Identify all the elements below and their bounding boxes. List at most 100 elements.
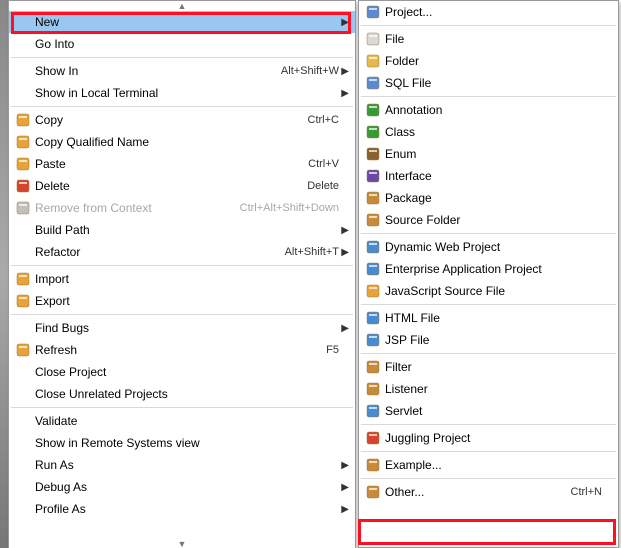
menu-item-label: Close Project bbox=[35, 365, 339, 379]
menu-item-accelerator: Ctrl+C bbox=[308, 114, 339, 126]
paste-icon bbox=[15, 156, 31, 172]
menu-item-label: Interface bbox=[385, 169, 602, 183]
import-icon bbox=[15, 271, 31, 287]
jug-icon bbox=[365, 430, 381, 446]
menu-item-label: Remove from Context bbox=[35, 201, 240, 215]
menu-item-accelerator: F5 bbox=[326, 344, 339, 356]
new-item-annotation[interactable]: Annotation bbox=[359, 99, 618, 121]
new-item-project[interactable]: Project... bbox=[359, 1, 618, 23]
context-item-validate[interactable]: Validate bbox=[9, 410, 355, 432]
separator bbox=[11, 314, 353, 315]
menu-item-label: Example... bbox=[385, 458, 602, 472]
menu-item-label: Debug As bbox=[35, 480, 339, 494]
new-item-package[interactable]: Package bbox=[359, 187, 618, 209]
menu-item-label: Enterprise Application Project bbox=[385, 262, 602, 276]
context-item-import[interactable]: Import bbox=[9, 268, 355, 290]
context-item-show-in-local-terminal[interactable]: Show in Local Terminal▶ bbox=[9, 82, 355, 104]
remove-icon bbox=[15, 200, 31, 216]
submenu-arrow-icon: ▶ bbox=[339, 482, 349, 493]
new-item-enum[interactable]: Enum bbox=[359, 143, 618, 165]
menu-item-accelerator: Alt+Shift+T bbox=[285, 246, 339, 258]
new-item-enterprise-application-project[interactable]: Enterprise Application Project bbox=[359, 258, 618, 280]
new-item-listener[interactable]: Listener bbox=[359, 378, 618, 400]
new-item-filter[interactable]: Filter bbox=[359, 356, 618, 378]
context-item-paste[interactable]: PasteCtrl+V bbox=[9, 153, 355, 175]
context-item-close-project[interactable]: Close Project bbox=[9, 361, 355, 383]
context-item-find-bugs[interactable]: Find Bugs▶ bbox=[9, 317, 355, 339]
ear-icon bbox=[365, 261, 381, 277]
submenu-arrow-icon: ▶ bbox=[339, 88, 349, 99]
context-item-go-into[interactable]: Go Into bbox=[9, 33, 355, 55]
separator bbox=[361, 233, 616, 234]
menu-item-label: SQL File bbox=[385, 76, 602, 90]
new-item-folder[interactable]: Folder bbox=[359, 50, 618, 72]
new-item-juggling-project[interactable]: Juggling Project bbox=[359, 427, 618, 449]
menu-item-label: Close Unrelated Projects bbox=[35, 387, 339, 401]
context-item-close-unrelated-projects[interactable]: Close Unrelated Projects bbox=[9, 383, 355, 405]
context-item-build-path[interactable]: Build Path▶ bbox=[9, 219, 355, 241]
context-item-run-as[interactable]: Run As▶ bbox=[9, 454, 355, 476]
copy-icon bbox=[15, 112, 31, 128]
menu-item-label: JavaScript Source File bbox=[385, 284, 602, 298]
menu-item-label: Run As bbox=[35, 458, 339, 472]
context-item-show-in-remote-systems-view[interactable]: Show in Remote Systems view bbox=[9, 432, 355, 454]
other-icon bbox=[365, 484, 381, 500]
context-item-delete[interactable]: DeleteDelete bbox=[9, 175, 355, 197]
separator bbox=[11, 57, 353, 58]
separator bbox=[11, 106, 353, 107]
context-item-export[interactable]: Export bbox=[9, 290, 355, 312]
menu-item-label: New bbox=[35, 15, 339, 29]
menu-item-accelerator: Ctrl+Alt+Shift+Down bbox=[240, 202, 339, 214]
new-submenu: Project... FileFolder SQL File Annotation Cl… bbox=[358, 0, 619, 548]
new-item-other[interactable]: Other...Ctrl+N bbox=[359, 481, 618, 503]
menu-item-label: Refresh bbox=[35, 343, 326, 357]
context-item-debug-as[interactable]: Debug As▶ bbox=[9, 476, 355, 498]
menu-item-label: Refactor bbox=[35, 245, 285, 259]
new-item-servlet[interactable]: Servlet bbox=[359, 400, 618, 422]
submenu-arrow-icon: ▶ bbox=[339, 66, 349, 77]
submenu-arrow-icon: ▶ bbox=[339, 323, 349, 334]
new-item-html-file[interactable]: HTML File bbox=[359, 307, 618, 329]
new-item-sql-file[interactable]: SQL File bbox=[359, 72, 618, 94]
menu-item-label: Juggling Project bbox=[385, 431, 602, 445]
new-item-example[interactable]: Example... bbox=[359, 454, 618, 476]
annotation-icon bbox=[365, 102, 381, 118]
context-item-copy[interactable]: CopyCtrl+C bbox=[9, 109, 355, 131]
new-item-interface[interactable]: Interface bbox=[359, 165, 618, 187]
filter-icon bbox=[365, 359, 381, 375]
menu-item-label: Copy bbox=[35, 113, 308, 127]
context-item-copy-qualified-name[interactable]: Copy Qualified Name bbox=[9, 131, 355, 153]
project-icon bbox=[365, 4, 381, 20]
new-item-source-folder[interactable]: Source Folder bbox=[359, 209, 618, 231]
context-item-profile-as[interactable]: Profile As▶ bbox=[9, 498, 355, 520]
context-item-show-in[interactable]: Show InAlt+Shift+W▶ bbox=[9, 60, 355, 82]
new-item-javascript-source-file[interactable]: JavaScript Source File bbox=[359, 280, 618, 302]
menu-item-accelerator: Delete bbox=[307, 180, 339, 192]
context-item-refresh[interactable]: RefreshF5 bbox=[9, 339, 355, 361]
folder-icon bbox=[365, 53, 381, 69]
menu-item-label: Class bbox=[385, 125, 602, 139]
submenu-arrow-icon: ▶ bbox=[339, 225, 349, 236]
menu-item-accelerator: Ctrl+V bbox=[308, 158, 339, 170]
menu-item-label: Copy Qualified Name bbox=[35, 135, 339, 149]
new-item-file[interactable]: File bbox=[359, 28, 618, 50]
separator bbox=[361, 424, 616, 425]
new-item-class[interactable]: Class bbox=[359, 121, 618, 143]
context-item-refactor[interactable]: RefactorAlt+Shift+T▶ bbox=[9, 241, 355, 263]
separator bbox=[11, 265, 353, 266]
new-item-jsp-file[interactable]: JSP File bbox=[359, 329, 618, 351]
js-icon bbox=[365, 283, 381, 299]
srcfolder-icon bbox=[365, 212, 381, 228]
menu-item-label: Delete bbox=[35, 179, 307, 193]
menu-item-accelerator: Ctrl+N bbox=[571, 486, 602, 498]
context-item-new[interactable]: New▶ bbox=[9, 11, 355, 33]
menu-item-label: Import bbox=[35, 272, 339, 286]
example-icon bbox=[365, 457, 381, 473]
context-menu: ▲ New▶Go IntoShow InAlt+Shift+W▶Show in … bbox=[8, 0, 356, 548]
menu-item-label: Filter bbox=[385, 360, 602, 374]
scroll-up-hint: ▲ bbox=[9, 1, 355, 11]
file-icon bbox=[365, 31, 381, 47]
separator bbox=[361, 451, 616, 452]
new-item-dynamic-web-project[interactable]: Dynamic Web Project bbox=[359, 236, 618, 258]
listener-icon bbox=[365, 381, 381, 397]
